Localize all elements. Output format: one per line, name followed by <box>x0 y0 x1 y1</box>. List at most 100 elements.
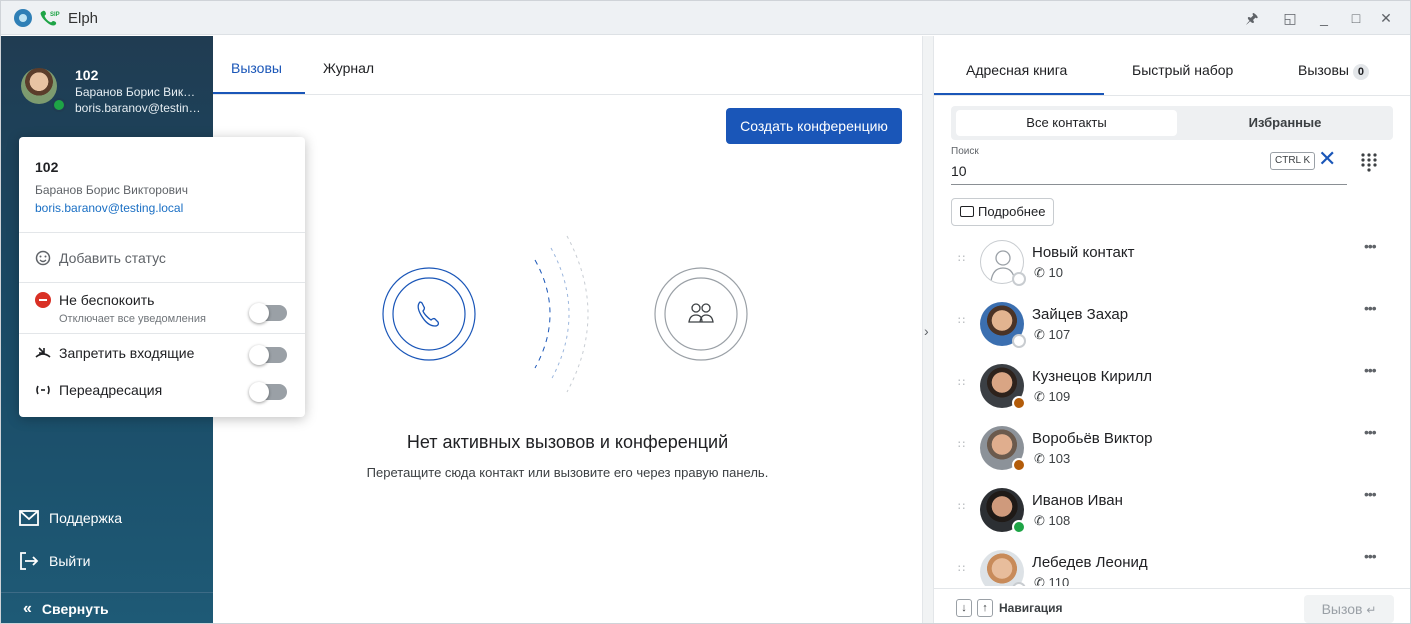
block-incoming-toggle[interactable] <box>249 345 287 365</box>
do-not-disturb-icon <box>35 292 51 308</box>
mail-icon <box>19 510 39 526</box>
dialpad-icon[interactable] <box>1360 152 1378 172</box>
clear-search-icon[interactable]: ✕ <box>1318 146 1336 172</box>
drag-handle-icon[interactable]: ∷ <box>958 252 966 265</box>
segment-all-contacts[interactable]: Все контакты <box>956 110 1177 136</box>
more-options-icon[interactable]: ••• <box>1364 548 1377 564</box>
avatar[interactable] <box>21 68 57 104</box>
create-conference-button[interactable]: Создать конференцию <box>726 108 902 144</box>
close-icon[interactable]: ✕ <box>1377 9 1395 27</box>
title-bar: SIP Elph 🖈 ◱ _ □ ✕ <box>1 1 1410 35</box>
phone-icon: ✆ <box>1034 513 1049 528</box>
more-options-icon[interactable]: ••• <box>1364 486 1377 502</box>
tab-right-calls-label: Вызовы <box>1298 62 1349 78</box>
forwarding-label: Переадресация <box>59 382 163 398</box>
contact-name: Лебедев Леонид <box>1032 554 1148 571</box>
tab-address-book[interactable]: Адресная книга <box>966 62 1067 78</box>
drag-handle-icon[interactable]: ∷ <box>958 438 966 451</box>
support-link[interactable]: Поддержка <box>19 510 122 526</box>
logout-link[interactable]: Выйти <box>19 552 90 570</box>
support-label: Поддержка <box>49 510 123 526</box>
contact-name: Зайцев Захар <box>1032 306 1129 323</box>
logout-label: Выйти <box>49 553 91 569</box>
contact-number: ✆ 103 <box>1034 451 1070 467</box>
contact-number: ✆ 108 <box>1034 513 1070 529</box>
contact-name: Новый контакт <box>1032 244 1135 261</box>
tab-journal[interactable]: Журнал <box>323 60 374 76</box>
user-name: Баранов Борис Вик… <box>75 85 196 99</box>
popup-user-name: Баранов Борис Викторович <box>35 183 188 197</box>
dnd-toggle[interactable] <box>249 303 287 323</box>
status-away-badge <box>1012 458 1026 472</box>
arrow-down-key-icon: ↓ <box>956 599 972 617</box>
pin-icon[interactable]: 🖈 <box>1243 9 1261 27</box>
status-popup: 102 Баранов Борис Викторович boris.baran… <box>19 137 305 417</box>
right-panel: Адресная книга Быстрый набор Вызовы 0 Все… <box>934 36 1410 623</box>
main-area: Вызовы Журнал Создать конференцию Нет ак… <box>213 36 922 623</box>
search-input[interactable] <box>951 163 1201 179</box>
user-number: 102 <box>75 67 99 83</box>
contact-number-text: 109 <box>1048 389 1071 404</box>
contacts-filter: Все контакты Избранные <box>951 106 1393 140</box>
avatar <box>980 550 1024 586</box>
svg-text:SIP: SIP <box>50 12 60 18</box>
divider <box>19 232 305 233</box>
maximize-icon[interactable]: □ <box>1347 9 1365 27</box>
contact-list: ∷ Новый контакт ✆ 10 ••• ∷ Зайцев Захар … <box>934 232 1410 586</box>
status-online-icon <box>52 98 66 112</box>
drag-handle-icon[interactable]: ∷ <box>958 376 966 389</box>
list-item[interactable]: ∷ Зайцев Захар ✆ 107 ••• <box>934 294 1410 356</box>
popup-user-email[interactable]: boris.baranov@testing.local <box>35 201 183 215</box>
dnd-label: Не беспокоить <box>59 292 155 308</box>
drag-handle-icon[interactable]: ∷ <box>958 314 966 327</box>
app-title: Elph <box>68 10 99 27</box>
contact-card-icon <box>960 206 974 217</box>
collapse-button[interactable]: « Свернуть <box>1 592 213 623</box>
list-item[interactable]: ∷ Кузнецов Кирилл ✆ 109 ••• <box>934 356 1410 418</box>
enter-key-icon: ↵ <box>1366 603 1377 617</box>
tab-calls[interactable]: Вызовы <box>231 60 282 76</box>
arrow-up-key-icon: ↑ <box>977 599 993 617</box>
search-label: Поиск <box>951 146 979 157</box>
compact-mode-icon[interactable]: ◱ <box>1281 9 1299 27</box>
list-item[interactable]: ∷ Новый контакт ✆ 10 ••• <box>934 232 1410 294</box>
user-email: boris.baranov@testin… <box>75 101 201 115</box>
segment-favorites[interactable]: Избранные <box>1177 110 1393 136</box>
call-button-label: Вызов <box>1321 601 1363 617</box>
details-label: Подробнее <box>978 204 1046 219</box>
list-item[interactable]: ∷ Лебедев Леонид ✆ 110 ••• <box>934 542 1410 586</box>
phone-icon: ✆ <box>1034 389 1049 404</box>
call-forward-icon <box>36 385 50 395</box>
phone-icon: ✆ <box>1034 327 1049 342</box>
search-underline <box>951 184 1347 185</box>
right-panel-footer: ↓ ↑ Навигация Вызов ↵ <box>934 588 1410 623</box>
tab-right-calls[interactable]: Вызовы 0 <box>1298 62 1369 80</box>
add-status-item[interactable]: Добавить статус <box>35 250 166 266</box>
status-online-badge <box>1012 520 1026 534</box>
more-options-icon[interactable]: ••• <box>1364 424 1377 440</box>
minimize-icon[interactable]: _ <box>1315 9 1333 27</box>
contact-number-text: 103 <box>1048 451 1071 466</box>
panel-resize-handle[interactable]: › <box>922 36 934 623</box>
call-blocked-icon <box>35 347 51 358</box>
dnd-item: Не беспокоить <box>35 292 154 308</box>
more-options-icon[interactable]: ••• <box>1364 362 1377 378</box>
divider <box>19 333 305 334</box>
list-item[interactable]: ∷ Иванов Иван ✆ 108 ••• <box>934 480 1410 542</box>
contact-number-text: 110 <box>1048 575 1070 586</box>
drag-handle-icon[interactable]: ∷ <box>958 562 966 575</box>
drag-handle-icon[interactable]: ∷ <box>958 500 966 513</box>
empty-state-title: Нет активных вызовов и конференций <box>406 432 729 452</box>
more-options-icon[interactable]: ••• <box>1364 300 1377 316</box>
tab-speed-dial[interactable]: Быстрый набор <box>1132 62 1233 78</box>
call-button[interactable]: Вызов ↵ <box>1304 595 1394 623</box>
phone-icon: ✆ <box>1034 265 1049 280</box>
forwarding-toggle[interactable] <box>249 382 287 402</box>
list-item[interactable]: ∷ Воробьёв Виктор ✆ 103 ••• <box>934 418 1410 480</box>
popup-user-number: 102 <box>35 159 59 175</box>
more-options-icon[interactable]: ••• <box>1364 238 1377 254</box>
status-badge <box>1012 582 1026 586</box>
empty-state-illustration <box>382 235 748 393</box>
details-button[interactable]: Подробнее <box>951 198 1055 226</box>
dnd-description: Отключает все уведомления <box>59 313 206 325</box>
